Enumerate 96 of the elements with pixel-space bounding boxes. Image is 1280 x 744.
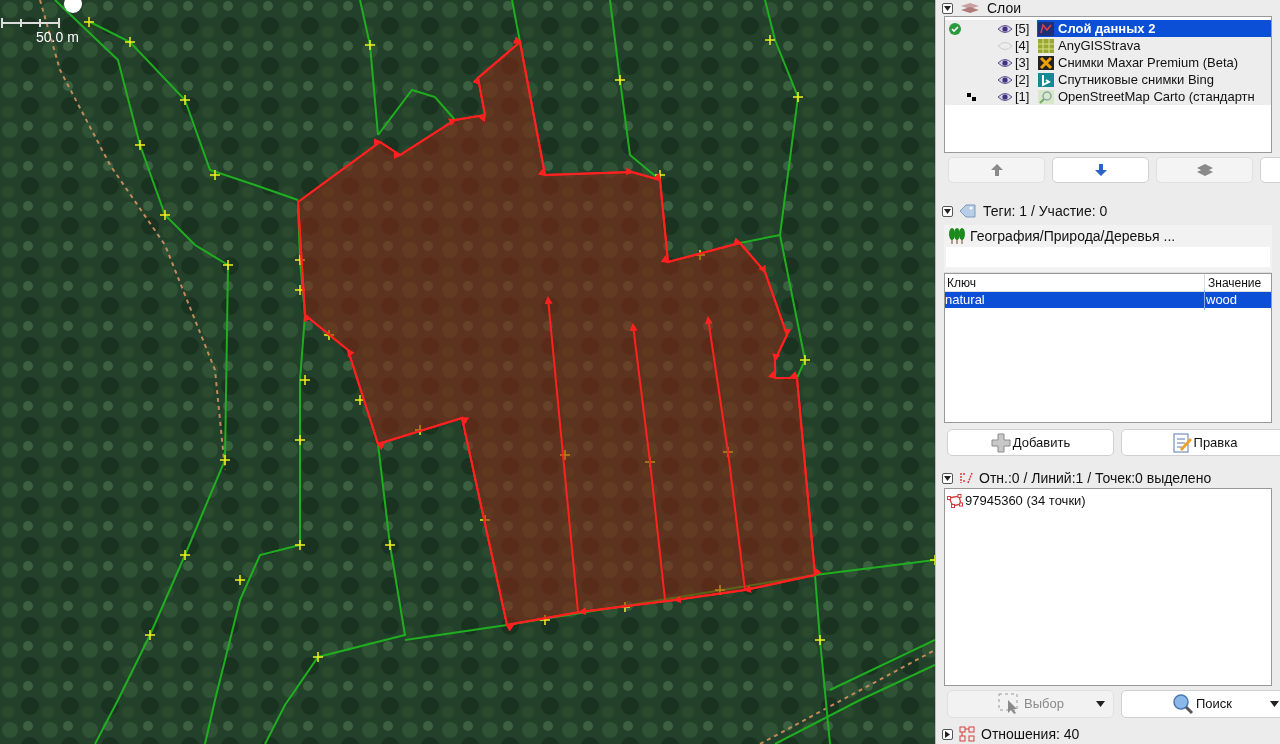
- section-title: Теги: 1 / Участие: 0: [983, 201, 1108, 221]
- edit-button[interactable]: Правка: [1121, 429, 1280, 456]
- node-marker[interactable]: [179, 94, 191, 106]
- way-line[interactable]: [89, 21, 299, 201]
- node-marker[interactable]: [539, 614, 551, 626]
- node-marker[interactable]: [222, 259, 234, 271]
- layer-type-icon: [1038, 55, 1054, 70]
- node-marker[interactable]: [764, 34, 776, 46]
- node-marker[interactable]: [312, 651, 324, 663]
- layer-row[interactable]: OpenStreetMap Carto (стандартн: [1037, 88, 1271, 105]
- way-line[interactable]: [814, 574, 831, 744]
- way-line[interactable]: [774, 664, 935, 744]
- column-header[interactable]: Значение: [1205, 273, 1271, 292]
- layer-up-button[interactable]: [948, 157, 1045, 183]
- layer-row[interactable]: Снимки Maxar Premium (Beta): [1037, 54, 1271, 71]
- node-marker[interactable]: [134, 139, 146, 151]
- node-marker[interactable]: [83, 16, 95, 28]
- column-header[interactable]: Ключ: [945, 273, 1205, 292]
- node-marker[interactable]: [364, 39, 376, 51]
- way-line[interactable]: [829, 639, 935, 691]
- way-icon: [947, 494, 963, 508]
- way-line[interactable]: [359, 0, 379, 136]
- tag-row[interactable]: natural wood: [945, 292, 1271, 308]
- layer-row[interactable]: Слой данных 2: [1037, 20, 1271, 37]
- layer-type-icon: [1038, 89, 1054, 104]
- node-marker[interactable]: [294, 284, 306, 296]
- node-marker[interactable]: [814, 634, 826, 646]
- eye-icon[interactable]: [997, 74, 1015, 85]
- way-line[interactable]: [511, 0, 521, 43]
- eye-icon[interactable]: [997, 57, 1015, 68]
- collapse-toggle[interactable]: [942, 2, 953, 14]
- layer-index: [4]: [1015, 36, 1031, 55]
- node-marker[interactable]: [694, 249, 706, 261]
- layer-index: [3]: [1015, 53, 1031, 72]
- layer-merge-button[interactable]: [1156, 157, 1253, 183]
- layer-type-icon: [1038, 72, 1054, 87]
- node-marker[interactable]: [722, 446, 734, 458]
- arrow-up-icon: [989, 163, 1004, 177]
- node-marker[interactable]: [179, 549, 191, 561]
- node-marker[interactable]: [929, 554, 935, 566]
- scale-bar: [1, 17, 60, 29]
- selected-way[interactable]: [629, 323, 666, 601]
- dropdown-caret-icon[interactable]: [1270, 701, 1279, 707]
- plus-icon: [990, 432, 1011, 453]
- way-line[interactable]: [377, 88, 456, 136]
- node-marker[interactable]: [144, 629, 156, 641]
- node-marker[interactable]: [354, 394, 366, 406]
- way-line[interactable]: [264, 443, 407, 744]
- node-marker[interactable]: [159, 209, 171, 221]
- search-button[interactable]: Поиск: [1121, 690, 1280, 718]
- add-button[interactable]: Добавить: [947, 429, 1114, 456]
- relation-icon: [959, 726, 975, 742]
- scale-label: 50.0 m: [36, 29, 79, 45]
- section-title: Отношения: 40: [981, 724, 1080, 744]
- node-marker[interactable]: [124, 36, 136, 48]
- edit-icon: [1171, 432, 1192, 453]
- layer-index: [1]: [1015, 87, 1031, 106]
- dropdown-caret-icon[interactable]: [1096, 701, 1105, 707]
- layer-row[interactable]: AnyGISStrava: [1037, 37, 1271, 54]
- layer-index: [2]: [1015, 70, 1031, 89]
- node-marker[interactable]: [559, 449, 571, 461]
- selection-item[interactable]: 97945360 (34 точки): [945, 492, 1271, 510]
- collapse-toggle[interactable]: [942, 472, 953, 484]
- node-marker[interactable]: [299, 374, 311, 386]
- node-marker[interactable]: [323, 329, 335, 341]
- node-marker[interactable]: [234, 574, 246, 586]
- node-marker[interactable]: [294, 254, 306, 266]
- eye-icon[interactable]: [997, 91, 1015, 102]
- layer-row[interactable]: Спутниковые снимки Bing: [1037, 71, 1271, 88]
- layer-down-button[interactable]: [1052, 157, 1149, 183]
- collapse-toggle[interactable]: [942, 205, 953, 217]
- expand-toggle[interactable]: [942, 728, 953, 740]
- node-marker[interactable]: [294, 539, 306, 551]
- layer-type-icon: [1038, 21, 1054, 36]
- tag-icon: [959, 204, 977, 218]
- node-marker[interactable]: [654, 169, 666, 181]
- section-title: Слои: [987, 0, 1022, 18]
- node-marker[interactable]: [799, 354, 811, 366]
- layer-index: [5]: [1015, 19, 1031, 38]
- node-marker[interactable]: [714, 584, 726, 596]
- way-line[interactable]: [739, 234, 781, 244]
- node-marker[interactable]: [209, 169, 221, 181]
- arrow-down-icon: [1093, 163, 1108, 177]
- node-marker[interactable]: [294, 434, 306, 446]
- layer-type-icon: [1038, 38, 1054, 53]
- way-line[interactable]: [764, 0, 807, 379]
- node-marker[interactable]: [384, 539, 396, 551]
- eye-icon[interactable]: [997, 23, 1015, 34]
- selection-icon: [959, 471, 973, 485]
- node-marker[interactable]: [219, 454, 231, 466]
- node-marker[interactable]: [614, 74, 626, 86]
- search-icon: [1172, 693, 1194, 715]
- node-marker[interactable]: [792, 91, 804, 103]
- trees-icon: [948, 228, 966, 244]
- section-title: Отн.:0 / Линий:1 / Точек:0 выделено: [979, 468, 1212, 488]
- selected-way[interactable]: [704, 316, 746, 591]
